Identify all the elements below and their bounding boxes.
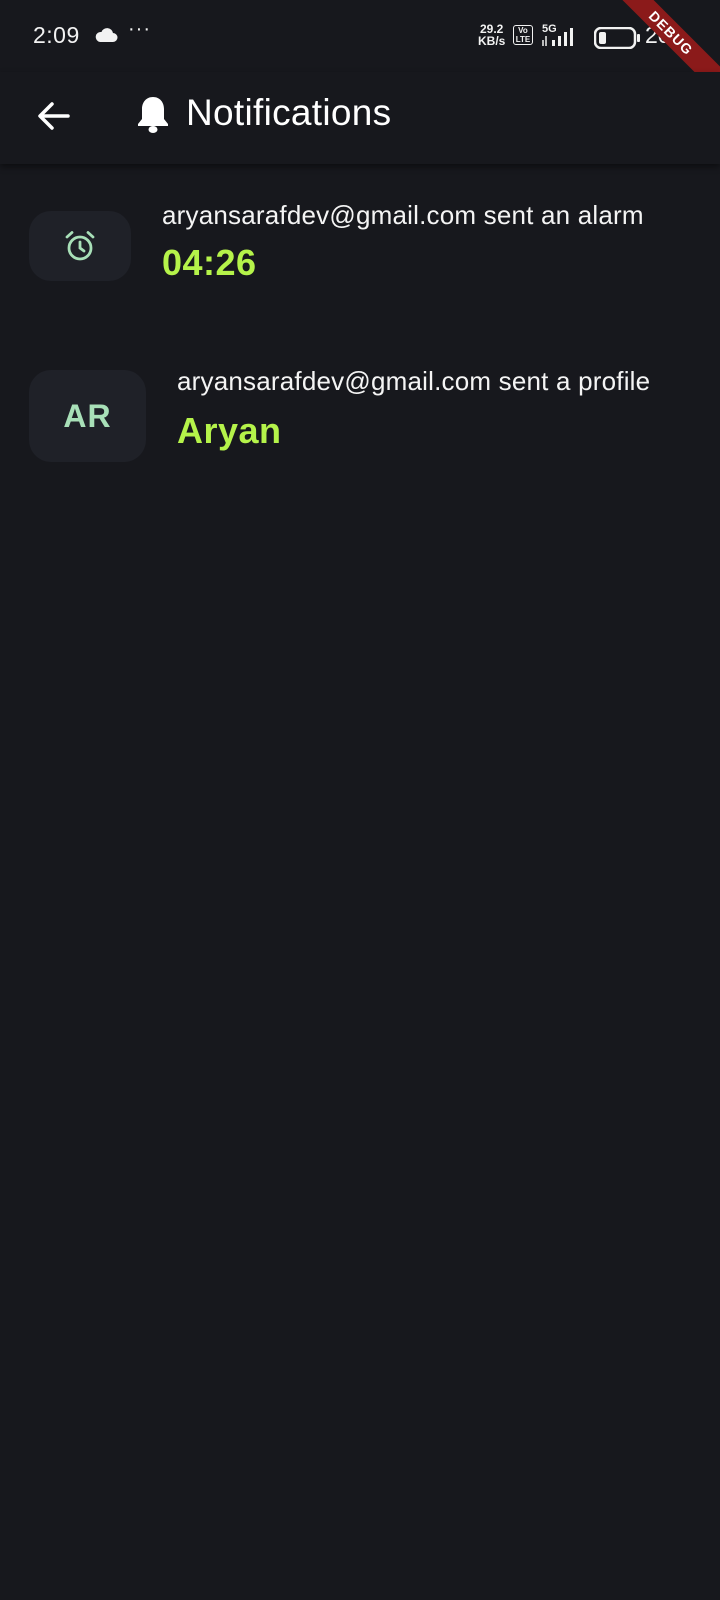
volte-bottom: LTE — [515, 35, 531, 44]
cloud-icon — [94, 27, 118, 48]
profile-name: Aryan — [177, 410, 282, 451]
notification-alarm[interactable]: aryansarafdev@gmail.com sent an alarm 04… — [0, 196, 720, 306]
back-arrow-icon — [38, 102, 70, 130]
overflow-dots-icon: ··· — [128, 18, 151, 40]
notification-profile[interactable]: AR aryansarafdev@gmail.com sent a profil… — [0, 358, 720, 468]
notification-icon-badge — [29, 211, 131, 281]
page-title: Notifications — [186, 92, 392, 133]
volte-top: Vo — [518, 26, 528, 35]
avatar: AR — [29, 370, 146, 462]
avatar-initials: AR — [63, 397, 112, 434]
net-speed: 29.2 KB/s — [478, 23, 505, 47]
signal-icon: 5G — [540, 22, 586, 53]
alarm-clock-icon — [65, 231, 95, 261]
back-button[interactable] — [24, 86, 84, 146]
network-type: 5G — [542, 23, 557, 35]
notification-message: aryansarafdev@gmail.com sent an alarm — [162, 200, 644, 230]
alarm-time: 04:26 — [162, 242, 257, 283]
net-speed-unit: KB/s — [478, 34, 506, 48]
app-bar: Notifications — [0, 72, 720, 164]
bell-icon — [136, 94, 170, 139]
volte-icon: Vo LTE — [513, 25, 533, 45]
notification-message: aryansarafdev@gmail.com sent a profile — [177, 366, 651, 396]
status-bar: 2:09 ··· 29.2 KB/s Vo LTE 5G — [0, 0, 720, 72]
notifications-screen: 2:09 ··· 29.2 KB/s Vo LTE 5G DEBUG Notif… — [0, 0, 720, 1600]
status-time: 2:09 — [33, 22, 80, 48]
battery-icon — [593, 26, 642, 54]
